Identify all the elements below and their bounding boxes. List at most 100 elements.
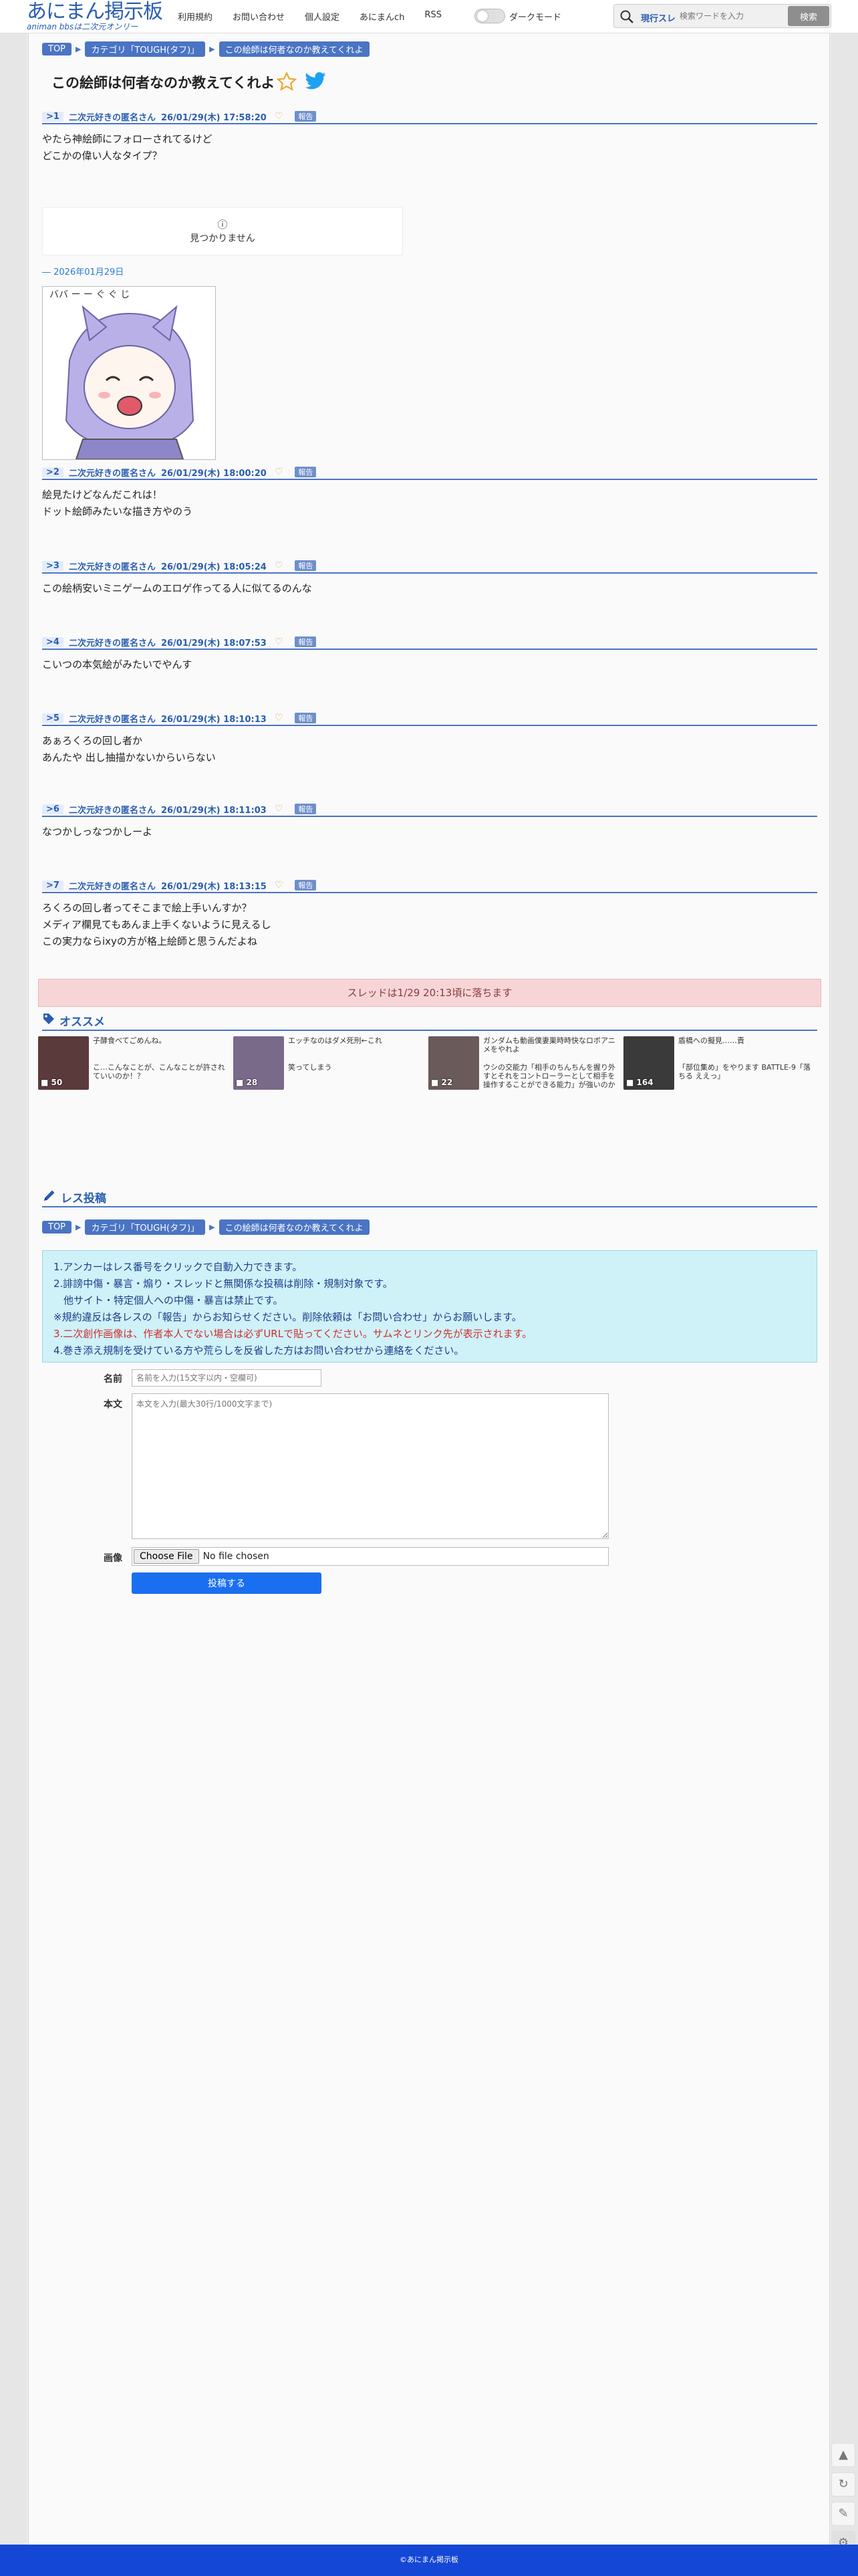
heart-icon[interactable]: ♡ [275,636,283,647]
report-button[interactable]: 報告 [295,560,317,571]
dark-mode-label: ダークモード [509,13,562,23]
comment-count: ■ 22 [431,1078,453,1087]
poster-name: 二次元好きの匿名さん [68,112,156,123]
post-line: こいつの本気絵がみたいでやんす [42,659,192,671]
chevron-right-icon: ▶ [209,45,215,53]
recommend-title-2: ウシの交能力「相手のちんちんを握り外すとそれをコントローラーとして相手を操作する… [483,1063,615,1089]
post-number[interactable]: >2 [42,467,63,477]
breadcrumb-category[interactable]: カテゴリ「TOUGH(タフ)」 [85,1219,206,1235]
post-number[interactable]: >4 [42,636,63,647]
post-date: 26/01/29(木) 18:00:20 [160,468,267,479]
attached-image[interactable]: ババ ー ー ぐ ぐ じ [42,286,216,460]
rule-line: 2.誹謗中傷・暴言・煽り・スレッドと無関係な投稿は削除・規制対象です。 [53,1278,393,1290]
post-header: >3 二次元好きの匿名さん 26/01/29(木) 18:05:24 ♡ 報告 [42,559,817,574]
image-date-link[interactable]: ― 2026年01月29日 [42,265,124,277]
report-button[interactable]: 報告 [295,804,317,814]
post-number[interactable]: >1 [42,111,63,122]
post-line: 絵見たけどなんだこれは！ [42,489,162,501]
report-button[interactable]: 報告 [295,111,317,122]
breadcrumb-top[interactable]: TOP [42,43,72,55]
report-button[interactable]: 報告 [295,467,317,477]
post: >2 二次元好きの匿名さん 26/01/29(木) 18:00:20 ♡ 報告 … [42,465,817,520]
post-line: あんたや 出し抽描かないからいらない [42,751,216,764]
post-header: >6 二次元好きの匿名さん 26/01/29(木) 18:11:03 ♡ 報告 [42,802,817,817]
comment-count: ■ 164 [626,1078,654,1087]
recommend-item[interactable]: ■ 164 盾橋への擬見……責 「部位集め」をやります BATTLE-9「落ちる… [623,1036,817,1096]
heart-icon[interactable]: ♡ [275,111,283,122]
heart-icon[interactable]: ♡ [275,467,283,477]
twitter-icon[interactable] [304,72,327,94]
breadcrumb-category[interactable]: カテゴリ「TOUGH(タフ)」 [85,41,206,57]
toggle-knob [477,11,488,21]
nav-contact-link[interactable]: お問い合わせ [233,10,285,23]
rule-line: 1.アンカーはレス番号をクリックで自動入力できます。 [53,1261,303,1273]
body-textarea[interactable] [132,1393,609,1539]
post-line: どこかの偉い人なタイプ？ [42,150,162,162]
name-field[interactable] [132,1369,321,1387]
report-button[interactable]: 報告 [295,713,317,723]
search-input[interactable] [680,8,780,24]
breadcrumb: TOP ▶ カテゴリ「TOUGH(タフ)」 ▶ この絵師は何者なのか教えてくれよ [42,41,370,57]
breadcrumb-thread[interactable]: この絵師は何者なのか教えてくれよ [219,41,370,57]
post-line: ろくろの回し者ってそこまで絵上手いんすか？ [42,902,252,914]
report-button[interactable]: 報告 [295,636,317,647]
image-file-input: Choose File No file chosen [132,1547,609,1566]
comment-count: ■ 50 [41,1078,63,1087]
report-button[interactable]: 報告 [295,880,317,891]
heart-icon[interactable]: ♡ [275,560,283,571]
recommend-title-2: 「部位集め」をやります BATTLE-9「落ちる ええっ」 [678,1063,811,1080]
top-nav: 利用規約 お問い合わせ 個人設定 あにまんch RSS [178,10,462,23]
search-button[interactable]: 検索 [788,6,829,26]
recommend-title-1: 子酵食べてごめんね。 [93,1036,166,1045]
post-date: 26/01/29(木) 18:13:15 [160,881,267,892]
rule-line: 他サイト・特定個人への中傷・暴言は禁止です。 [53,1294,283,1306]
choose-file-button[interactable]: Choose File [134,1549,199,1564]
star-icon[interactable] [276,71,297,95]
edit-icon[interactable]: ✎ [831,2502,855,2526]
post: >3 二次元好きの匿名さん 26/01/29(木) 18:05:24 ♡ 報告 … [42,559,817,597]
search-icon [619,9,634,27]
post-date: 26/01/29(木) 18:05:24 [160,562,267,572]
post-number[interactable]: >3 [42,560,63,571]
breadcrumb-thread[interactable]: この絵師は何者なのか教えてくれよ [219,1219,370,1235]
nav-rss-link[interactable]: RSS [424,10,442,23]
post-header: >7 二次元好きの匿名さん 26/01/29(木) 18:13:15 ♡ 報告 [42,879,817,893]
heart-icon[interactable]: ♡ [275,713,283,723]
breadcrumb-bottom: TOP ▶ カテゴリ「TOUGH(タフ)」 ▶ この絵師は何者なのか教えてくれよ [42,1219,370,1235]
thread-title: この絵師は何者なのか教えてくれよ [51,75,275,91]
tag-icon [42,1012,55,1029]
recommend-item[interactable]: ■ 28 エッチなのはダメ死刑←これ 笑ってしまう [233,1036,427,1096]
post-date: 26/01/29(木) 18:10:13 [160,714,267,725]
recommend-item[interactable]: ■ 50 子酵食べてごめんね。 こ…こんなことが、こんなことが許されていいのか！… [38,1036,232,1096]
chevron-right-icon: ▶ [76,1223,82,1232]
post-number[interactable]: >7 [42,880,63,891]
poster-name: 二次元好きの匿名さん [68,638,156,649]
nav-settings-link[interactable]: 個人設定 [305,10,339,23]
nav-terms-link[interactable]: 利用規約 [178,10,212,23]
post: >5 二次元好きの匿名さん 26/01/29(木) 18:10:13 ♡ 報告 … [42,711,817,766]
recommend-title-2: 笑ってしまう [288,1063,332,1072]
dark-mode-toggle[interactable] [474,9,505,23]
heart-icon[interactable]: ♡ [275,804,283,814]
search-type-select[interactable]: 現行スレ [641,11,676,24]
post-body: なつかしっなつかしーよ [42,817,817,840]
svg-text:ババ ー ー ぐ ぐ じ: ババ ー ー ぐ ぐ じ [49,289,130,300]
heart-icon[interactable]: ♡ [275,880,283,891]
post: >7 二次元好きの匿名さん 26/01/29(木) 18:13:15 ♡ 報告 … [42,879,817,950]
chevron-right-icon: ▶ [209,1223,215,1232]
poster-name: 二次元好きの匿名さん [68,562,156,572]
post-header: >1 二次元好きの匿名さん 26/01/29(木) 17:58:20 ♡ 報告 [42,110,817,124]
comment-count: ■ 28 [236,1078,258,1087]
breadcrumb-top[interactable]: TOP [42,1221,72,1234]
body-label: 本文 [104,1399,122,1410]
post-number[interactable]: >5 [42,713,63,723]
reload-icon[interactable]: ↻ [831,2472,855,2496]
post-header: >4 二次元好きの匿名さん 26/01/29(木) 18:07:53 ♡ 報告 [42,635,817,650]
submit-post-button[interactable]: 投稿する [132,1572,321,1594]
nav-animanch-link[interactable]: あにまんch [360,10,404,23]
scroll-top-icon[interactable]: ▲ [831,2443,855,2467]
post-number[interactable]: >6 [42,804,63,814]
recommend-item[interactable]: ■ 22 ガンダムも動画僕妻巣時時快なロボアニメをやれよ ウシの交能力「相手のち… [428,1036,622,1096]
file-status: No file chosen [202,1551,269,1562]
site-logo[interactable]: あにまん掲示板 animan bbsは二次元オンリー [27,1,167,32]
